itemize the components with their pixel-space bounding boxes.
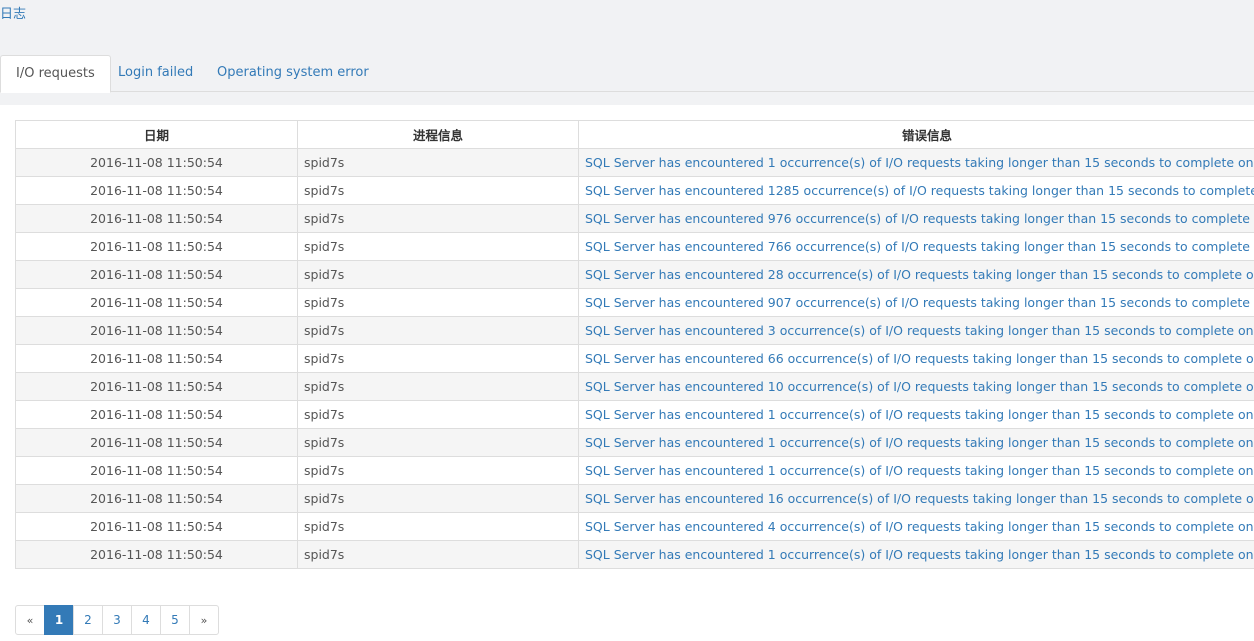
cell-process: spid7s bbox=[297, 260, 579, 289]
pagination-page-4[interactable]: 4 bbox=[131, 605, 161, 635]
pagination-page-5[interactable]: 5 bbox=[160, 605, 190, 635]
cell-process: spid7s bbox=[297, 372, 579, 401]
cell-error-message[interactable]: SQL Server has encountered 3 occurrence(… bbox=[578, 316, 1254, 345]
cell-process: spid7s bbox=[297, 176, 579, 205]
table-row: 2016-11-08 11:50:54 spid7s SQL Server has … bbox=[15, 456, 1254, 485]
cell-date: 2016-11-08 11:50:54 bbox=[15, 344, 298, 373]
cell-error-message[interactable]: SQL Server has encountered 1 occurrence(… bbox=[578, 400, 1254, 429]
cell-error-message[interactable]: SQL Server has encountered 1 occurrence(… bbox=[578, 148, 1254, 177]
cell-date: 2016-11-08 11:50:54 bbox=[15, 288, 298, 317]
cell-error-message[interactable]: SQL Server has encountered 1 occurrence(… bbox=[578, 456, 1254, 485]
cell-process: spid7s bbox=[297, 316, 579, 345]
cell-date: 2016-11-08 11:50:54 bbox=[15, 456, 298, 485]
cell-process: spid7s bbox=[297, 484, 579, 513]
cell-date: 2016-11-08 11:50:54 bbox=[15, 232, 298, 261]
table-body: 2016-11-08 11:50:54 spid7s SQL Server has … bbox=[15, 148, 1254, 569]
tab-operating-system-error[interactable]: Operating system error bbox=[202, 55, 384, 92]
header-area: 日志 I/O requests Login failed Operating s… bbox=[0, 0, 1254, 105]
cell-process: spid7s bbox=[297, 148, 579, 177]
table-row: 2016-11-08 11:50:54 spid7s SQL Server has … bbox=[15, 344, 1254, 373]
cell-error-message[interactable]: SQL Server has encountered 976 occurrenc… bbox=[578, 204, 1254, 233]
cell-date: 2016-11-08 11:50:54 bbox=[15, 372, 298, 401]
pagination-next-button[interactable]: » bbox=[189, 605, 219, 635]
cell-date: 2016-11-08 11:50:54 bbox=[15, 540, 298, 569]
cell-date: 2016-11-08 11:50:54 bbox=[15, 176, 298, 205]
table-row: 2016-11-08 11:50:54 spid7s SQL Server has … bbox=[15, 400, 1254, 429]
cell-process: spid7s bbox=[297, 344, 579, 373]
pagination-page-3[interactable]: 3 bbox=[102, 605, 132, 635]
table-row: 2016-11-08 11:50:54 spid7s SQL Server has … bbox=[15, 176, 1254, 205]
cell-error-message[interactable]: SQL Server has encountered 4 occurrence(… bbox=[578, 512, 1254, 541]
column-header-error: 错误信息 bbox=[578, 120, 1254, 149]
table-row: 2016-11-08 11:50:54 spid7s SQL Server has … bbox=[15, 260, 1254, 289]
cell-date: 2016-11-08 11:50:54 bbox=[15, 148, 298, 177]
column-header-process: 进程信息 bbox=[297, 120, 579, 149]
log-table: 日期 进程信息 错误信息 2016-11-08 11:50:54 spid7s SQ… bbox=[15, 120, 1254, 569]
pagination-page-2[interactable]: 2 bbox=[73, 605, 103, 635]
tab-bar: I/O requests Login failed Operating syst… bbox=[0, 55, 1254, 93]
cell-process: spid7s bbox=[297, 400, 579, 429]
pagination: « 1 2 3 4 5 » bbox=[15, 605, 219, 635]
cell-error-message[interactable]: SQL Server has encountered 66 occurrence… bbox=[578, 344, 1254, 373]
cell-error-message[interactable]: SQL Server has encountered 766 occurrenc… bbox=[578, 232, 1254, 261]
table-row: 2016-11-08 11:50:54 spid7s SQL Server has … bbox=[15, 148, 1254, 177]
pagination-page-1[interactable]: 1 bbox=[44, 605, 74, 635]
table-header-row: 日期 进程信息 错误信息 bbox=[15, 120, 1254, 149]
cell-error-message[interactable]: SQL Server has encountered 16 occurrence… bbox=[578, 484, 1254, 513]
table-row: 2016-11-08 11:50:54 spid7s SQL Server has … bbox=[15, 372, 1254, 401]
cell-date: 2016-11-08 11:50:54 bbox=[15, 260, 298, 289]
cell-date: 2016-11-08 11:50:54 bbox=[15, 204, 298, 233]
pagination-prev-button[interactable]: « bbox=[15, 605, 45, 635]
page-title[interactable]: 日志 bbox=[0, 6, 26, 24]
cell-process: spid7s bbox=[297, 512, 579, 541]
cell-error-message[interactable]: SQL Server has encountered 1 occurrence(… bbox=[578, 540, 1254, 569]
cell-error-message[interactable]: SQL Server has encountered 1 occurrence(… bbox=[578, 428, 1254, 457]
table-row: 2016-11-08 11:50:54 spid7s SQL Server has … bbox=[15, 484, 1254, 513]
cell-date: 2016-11-08 11:50:54 bbox=[15, 512, 298, 541]
cell-error-message[interactable]: SQL Server has encountered 10 occurrence… bbox=[578, 372, 1254, 401]
cell-process: spid7s bbox=[297, 456, 579, 485]
cell-process: spid7s bbox=[297, 540, 579, 569]
table-row: 2016-11-08 11:50:54 spid7s SQL Server has … bbox=[15, 288, 1254, 317]
cell-date: 2016-11-08 11:50:54 bbox=[15, 400, 298, 429]
column-header-date: 日期 bbox=[15, 120, 298, 149]
table-row: 2016-11-08 11:50:54 spid7s SQL Server has … bbox=[15, 428, 1254, 457]
table-row: 2016-11-08 11:50:54 spid7s SQL Server has … bbox=[15, 204, 1254, 233]
cell-error-message[interactable]: SQL Server has encountered 907 occurrenc… bbox=[578, 288, 1254, 317]
tab-login-failed[interactable]: Login failed bbox=[103, 55, 208, 92]
cell-process: spid7s bbox=[297, 232, 579, 261]
table-row: 2016-11-08 11:50:54 spid7s SQL Server has … bbox=[15, 512, 1254, 541]
table-row: 2016-11-08 11:50:54 spid7s SQL Server has … bbox=[15, 232, 1254, 261]
cell-process: spid7s bbox=[297, 288, 579, 317]
cell-error-message[interactable]: SQL Server has encountered 28 occurrence… bbox=[578, 260, 1254, 289]
cell-process: spid7s bbox=[297, 204, 579, 233]
tab-io-requests[interactable]: I/O requests bbox=[0, 55, 111, 93]
cell-date: 2016-11-08 11:50:54 bbox=[15, 484, 298, 513]
cell-date: 2016-11-08 11:50:54 bbox=[15, 428, 298, 457]
cell-date: 2016-11-08 11:50:54 bbox=[15, 316, 298, 345]
table-row: 2016-11-08 11:50:54 spid7s SQL Server has … bbox=[15, 316, 1254, 345]
table-row: 2016-11-08 11:50:54 spid7s SQL Server has … bbox=[15, 540, 1254, 569]
cell-error-message[interactable]: SQL Server has encountered 1285 occurren… bbox=[578, 176, 1254, 205]
cell-process: spid7s bbox=[297, 428, 579, 457]
